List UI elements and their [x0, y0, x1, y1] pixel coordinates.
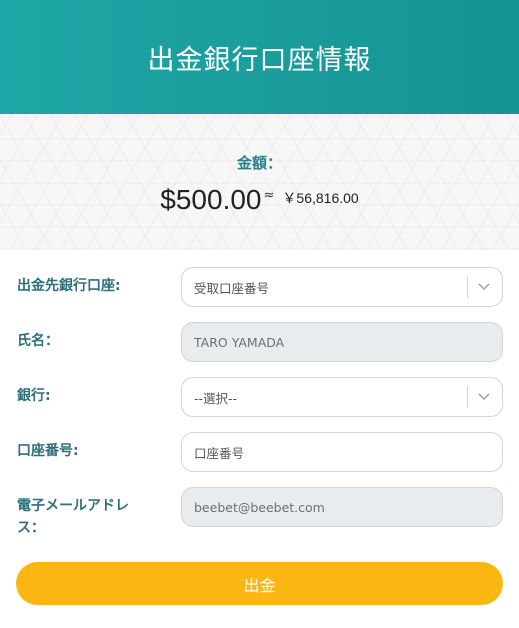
withdraw-button[interactable]: 出金: [16, 562, 503, 605]
approx-symbol: ≈: [263, 188, 275, 203]
bank-selected: --選択--: [194, 390, 238, 406]
name-label: 氏名：: [17, 333, 59, 349]
name-row: 氏名： TARO YAMADA: [0, 322, 519, 362]
account-number-placeholder: 口座番号: [194, 445, 245, 461]
email-label: 電子メールアドレ ス：: [17, 495, 129, 539]
chevron-down-icon[interactable]: [477, 280, 491, 294]
bank-account-label: 出金先銀行口座:: [17, 278, 121, 294]
name-value: TARO YAMADA: [194, 334, 285, 350]
bank-row: 銀行: --選択--: [0, 377, 519, 417]
email-label-line2: ス：: [17, 520, 45, 536]
account-number-input[interactable]: 口座番号: [181, 432, 503, 472]
account-number-row: 口座番号: 口座番号: [0, 432, 519, 472]
email-value: beebet@beebet.com: [194, 499, 325, 515]
select-divider: [467, 386, 468, 408]
chevron-down-icon[interactable]: [477, 390, 491, 404]
page-title: 出金銀行口座情報: [147, 44, 372, 76]
amount-row: $500.00 ≈ ￥56,816.00: [0, 184, 519, 216]
amount-panel: 金額： $500.00 ≈ ￥56,816.00: [0, 114, 519, 250]
bank-select[interactable]: --選択--: [181, 377, 503, 417]
bank-account-selected: 受取口座番号: [194, 280, 270, 296]
page-header: 出金銀行口座情報: [0, 0, 519, 114]
account-number-label: 口座番号:: [17, 443, 79, 459]
name-field: TARO YAMADA: [181, 322, 503, 362]
select-divider: [467, 276, 468, 298]
bank-account-row: 出金先銀行口座: 受取口座番号: [0, 267, 519, 307]
email-field: beebet@beebet.com: [181, 487, 503, 527]
amount-jpy: ￥56,816.00: [282, 190, 359, 206]
bank-label: 銀行:: [17, 388, 51, 404]
amount-label: 金額：: [236, 154, 282, 172]
amount-usd: $500.00: [160, 184, 262, 215]
bank-account-select[interactable]: 受取口座番号: [181, 267, 503, 307]
email-label-line1: 電子メールアドレ: [17, 498, 129, 514]
email-row: 電子メールアドレ ス： beebet@beebet.com: [0, 487, 519, 537]
